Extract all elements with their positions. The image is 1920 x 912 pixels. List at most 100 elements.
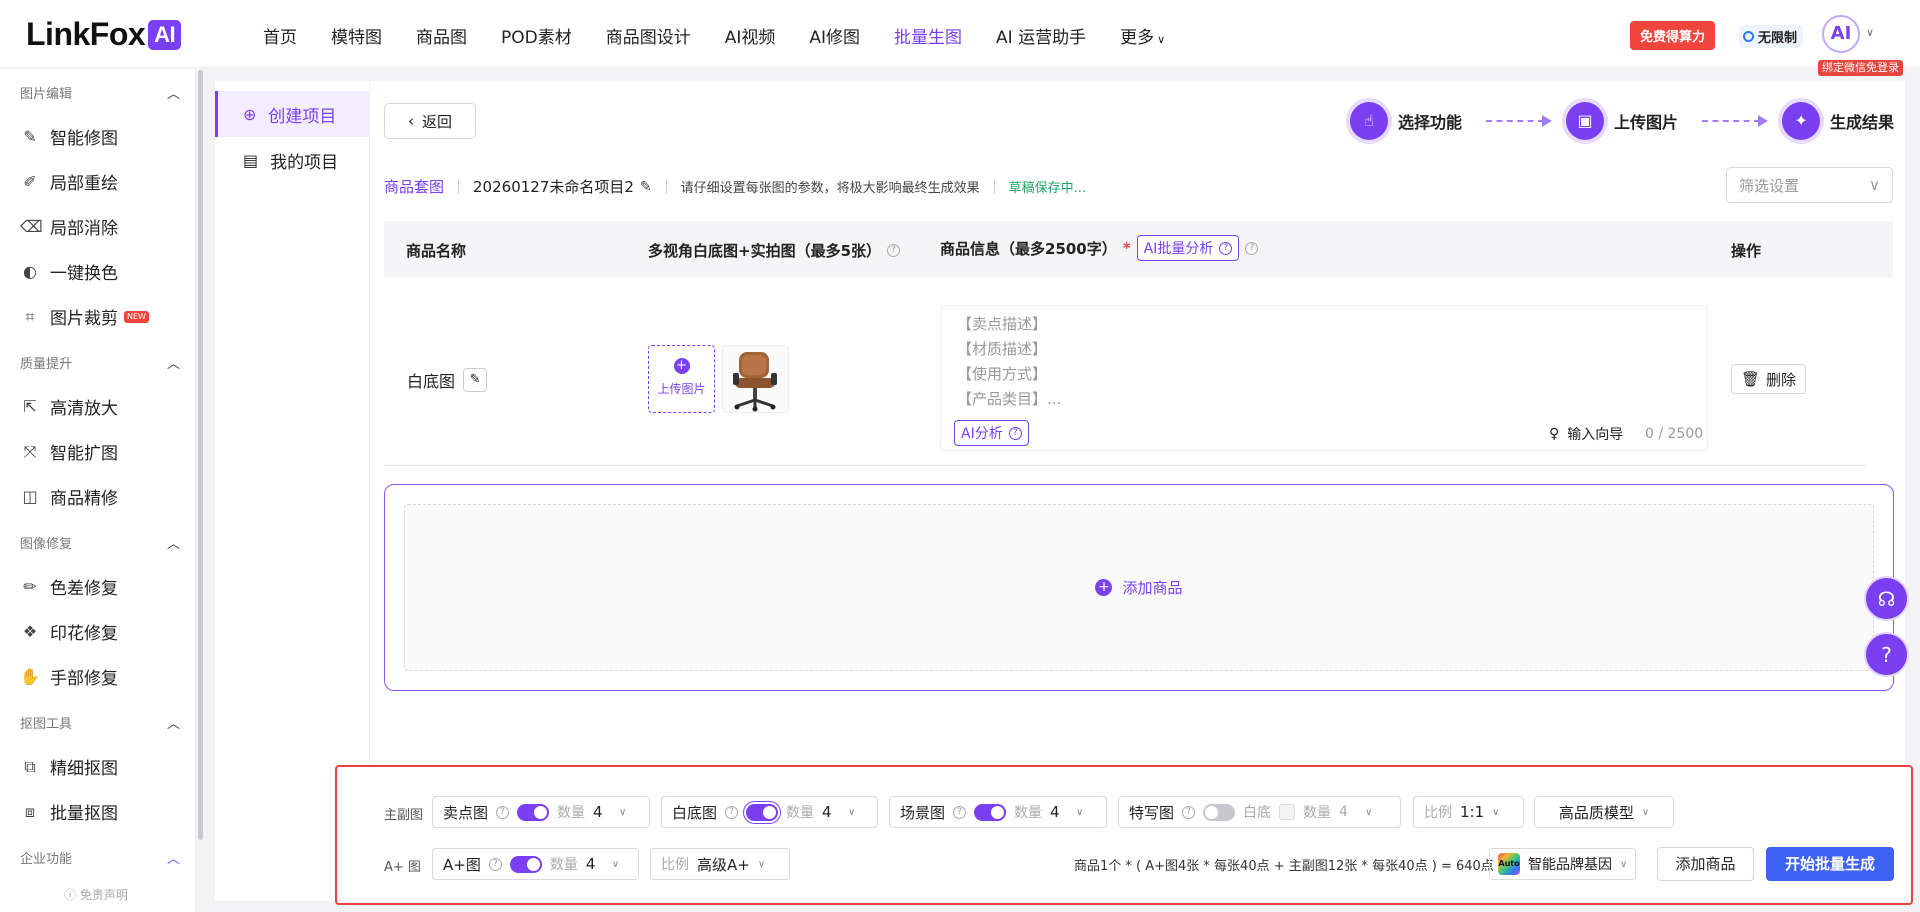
product-info-textarea[interactable]: 【卖点描述】 【材质描述】 【使用方式】 【产品类目】... AI分析? ♀ 输入…: [940, 305, 1708, 451]
sidebar-item-batch-cutout[interactable]: ⧈ 批量抠图: [20, 799, 118, 825]
sidebar-item-print-fix[interactable]: ❖ 印花修复: [20, 619, 118, 644]
nav-more[interactable]: 更多 ∨: [1120, 23, 1165, 48]
chevron-up-icon[interactable]: ︿: [167, 533, 180, 552]
scene-image-control[interactable]: 场景图? 数量 4 ∨: [889, 796, 1107, 828]
filter-select[interactable]: 筛选设置 ∨: [1726, 167, 1893, 203]
aplus-ratio-select[interactable]: 比例 高级A+ ∨: [650, 848, 790, 880]
nav-home[interactable]: 首页: [263, 23, 297, 48]
chevron-down-icon: ∨: [1492, 806, 1500, 818]
avatar[interactable]: AI: [1822, 15, 1860, 53]
nav-ai-retouch[interactable]: AI修图: [809, 23, 860, 48]
sidebar-item-crop[interactable]: ⌗ 图片裁剪 NEW: [20, 304, 149, 329]
brand-gene-select[interactable]: Auto 智能品牌基因 ∨: [1489, 848, 1637, 880]
edit-icon[interactable]: ✎: [463, 368, 488, 392]
sidebar-item-color-change[interactable]: ◐ 一键换色: [20, 259, 118, 284]
disclaimer-link[interactable]: ⓘ 免责声明: [64, 886, 128, 903]
sidebar-item-fine-cutout[interactable]: ⧉ 精细抠图: [20, 754, 118, 780]
main-nav: 首页 模特图 商品图 POD素材 商品图设计 AI视频 AI修图 批量生图 AI…: [263, 23, 1199, 48]
help-button[interactable]: ?: [1864, 632, 1909, 677]
section-cutout[interactable]: 抠图工具 ︿: [20, 713, 180, 732]
add-product-dropzone[interactable]: + 添加商品: [404, 504, 1874, 671]
sidebar-item-expand[interactable]: ⤧ 智能扩图: [20, 439, 118, 465]
chevron-down-icon[interactable]: ∨: [619, 807, 626, 818]
sidebar-item-label: 手部修复: [50, 669, 118, 689]
closeup-image-toggle[interactable]: [1203, 803, 1236, 821]
delete-button[interactable]: 🗑 删除: [1731, 364, 1806, 394]
nav-product-image[interactable]: 商品图: [416, 23, 467, 48]
chevron-up-icon[interactable]: ︿: [167, 713, 180, 732]
nav-product-design[interactable]: 商品图设计: [606, 23, 691, 48]
unlimited-badge[interactable]: 无限制: [1739, 25, 1804, 48]
section-repair[interactable]: 图像修复 ︿: [20, 533, 180, 552]
nav-ai-ops-assistant[interactable]: AI 运营助手: [996, 23, 1086, 48]
help-icon[interactable]: ?: [1182, 805, 1196, 819]
help-icon[interactable]: ?: [725, 805, 739, 819]
section-image-edit[interactable]: 图片编辑 ︿: [20, 83, 180, 102]
chevron-down-icon[interactable]: ∨: [848, 807, 855, 818]
input-guide-button[interactable]: ♀ 输入向导: [1549, 424, 1623, 444]
back-button[interactable]: ‹ 返回: [384, 103, 476, 139]
sidebar-item-smart-retouch[interactable]: ✎ 智能修图: [20, 124, 118, 149]
help-icon[interactable]: ?: [496, 805, 510, 819]
selling-image-control[interactable]: 卖点图? 数量 4 ∨: [432, 796, 650, 828]
logo-text: LinkFox: [26, 16, 146, 52]
sidebar-item-hand-fix[interactable]: ✋ 手部修复: [20, 664, 118, 689]
section-quality[interactable]: 质量提升 ︿: [20, 353, 180, 372]
start-batch-generate-button[interactable]: 开始批量生成: [1766, 847, 1894, 881]
nav-pod-assets[interactable]: POD素材: [501, 23, 572, 48]
sidebar-item-local-redraw[interactable]: ✐ 局部重绘: [20, 169, 118, 194]
sidebar-item-local-erase[interactable]: ⌫ 局部消除: [20, 214, 118, 239]
aplus-qty-value[interactable]: 4: [586, 855, 604, 873]
closeup-qty-value[interactable]: 4: [1339, 804, 1357, 820]
white-bg-toggle[interactable]: [746, 803, 779, 821]
product-thumbnail[interactable]: [722, 345, 789, 413]
scene-image-toggle[interactable]: [974, 803, 1007, 821]
nav-ai-video[interactable]: AI视频: [725, 23, 776, 48]
nav-batch-generate[interactable]: 批量生图: [894, 23, 962, 48]
chevron-down-icon[interactable]: ∨: [1076, 807, 1083, 818]
ai-analyze-button[interactable]: AI分析?: [954, 420, 1029, 446]
closeup-white-bg-checkbox[interactable]: [1279, 804, 1296, 820]
selling-qty-value[interactable]: 4: [593, 803, 611, 821]
sidebar-item-refine[interactable]: ◫ 商品精修: [20, 484, 118, 509]
chevron-down-icon[interactable]: ∨: [1365, 807, 1372, 818]
chevron-up-icon[interactable]: ︿: [167, 353, 180, 372]
help-icon[interactable]: ?: [1245, 241, 1259, 255]
my-projects-item[interactable]: ▤ 我的项目: [215, 137, 370, 183]
help-icon[interactable]: ?: [887, 244, 901, 257]
chevron-left-icon: ‹: [407, 112, 414, 130]
ai-batch-analyze-button[interactable]: AI批量分析?: [1136, 235, 1240, 261]
sidebar-item-upscale[interactable]: ⇱ 高清放大: [20, 394, 118, 419]
chevron-up-icon[interactable]: ︿: [167, 83, 180, 102]
closeup-image-control[interactable]: 特写图? 白底 数量 4 ∨: [1118, 796, 1401, 828]
upload-image-button[interactable]: + 上传图片: [648, 345, 715, 413]
chevron-up-icon[interactable]: ︿: [167, 848, 180, 867]
create-project-item[interactable]: ⊕ 创建项目: [215, 91, 370, 137]
qty-label: 数量: [557, 805, 586, 821]
edit-icon[interactable]: ✎: [640, 179, 652, 195]
help-icon[interactable]: ?: [488, 857, 502, 871]
crumb-product-set[interactable]: 商品套图: [384, 176, 444, 197]
model-select[interactable]: 高品质模型 ∨: [1534, 796, 1674, 828]
chevron-down-icon[interactable]: ∨: [612, 859, 619, 870]
section-enterprise[interactable]: 企业功能 ︿: [20, 848, 180, 867]
aplus-image-control[interactable]: A+图? 数量 4 ∨: [432, 848, 639, 880]
sidebar-item-color-fix[interactable]: ✏ 色差修复: [20, 574, 118, 599]
scene-qty-value[interactable]: 4: [1050, 803, 1068, 821]
help-icon[interactable]: ?: [953, 805, 967, 819]
logo[interactable]: LinkFox AI: [26, 16, 182, 53]
white-bg-image-control[interactable]: 白底图? 数量 4 ∨: [661, 796, 878, 828]
white-qty-value[interactable]: 4: [822, 803, 840, 821]
selling-image-toggle[interactable]: [517, 803, 550, 821]
help-icon: ?: [1219, 241, 1233, 255]
headset-support-icon[interactable]: ☊: [1864, 576, 1909, 621]
nav-model-image[interactable]: 模特图: [331, 23, 382, 48]
bind-wechat-tag[interactable]: 绑定微信免登录: [1818, 60, 1903, 76]
plus-circle-icon: ⊕: [243, 104, 257, 124]
ratio-select[interactable]: 比例 1:1 ∨: [1413, 796, 1524, 828]
sidebar-scrollbar[interactable]: [198, 70, 203, 840]
add-product-button[interactable]: 添加商品: [1657, 847, 1754, 881]
aplus-image-toggle[interactable]: [509, 855, 542, 873]
free-compute-button[interactable]: 免费得算力: [1630, 21, 1716, 50]
chevron-down-icon[interactable]: ∨: [1866, 26, 1874, 39]
